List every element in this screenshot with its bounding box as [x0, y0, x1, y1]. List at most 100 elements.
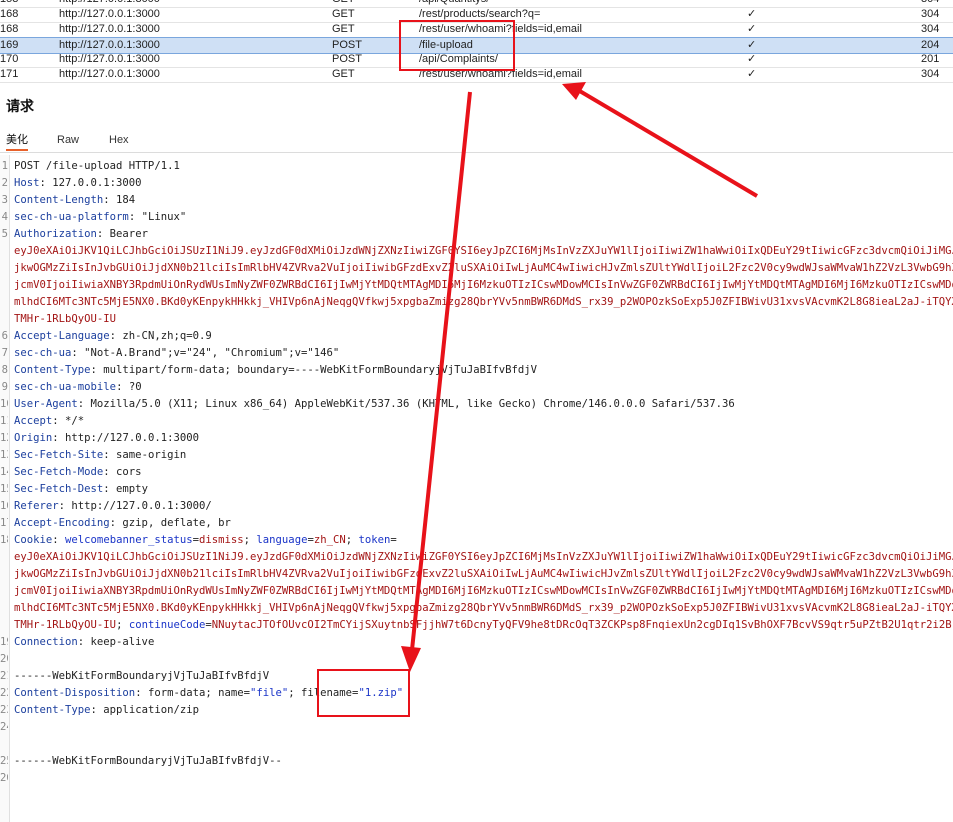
history-row[interactable]: 168 http://127.0.0.1:3000 GET/rest/user/wh…	[0, 22, 953, 38]
editor-line: TMHr-1RLbQyOU-IU	[0, 311, 953, 328]
token: Content-Type	[14, 364, 91, 376]
token: : "Not-A.Brand";v="24", "Chromium";v="14…	[71, 347, 340, 359]
history-cell-method: POST	[332, 53, 362, 65]
line-number: 6	[1, 330, 8, 342]
line-number: 12	[0, 432, 8, 444]
line-text: Connection: keep-alive	[14, 634, 154, 651]
line-text: jkwOGMzZiIsInJvbGUiOiJjdXN0b21lciIsImRlb…	[14, 566, 953, 583]
line-text: Content-Type: application/zip	[14, 702, 199, 719]
history-cell-url: /api/Quantitys/	[419, 0, 739, 7]
history-cell-num: 171	[0, 68, 19, 80]
token: mlhdCI6MTc3NTc5MjE5NX0.BKd0yKEnpykHHkkj_…	[14, 602, 953, 614]
token: : cors	[103, 466, 142, 478]
line-text: POST /file-upload HTTP/1.1	[14, 158, 180, 175]
line-number: 11	[0, 415, 8, 427]
token: Sec-Fetch-Site	[14, 449, 104, 461]
token: : 184	[103, 194, 136, 206]
history-cell-url: /file-upload	[419, 39, 473, 51]
history-cell-url: /rest/user/whoami?fields=id,email	[419, 68, 582, 80]
token: :	[52, 534, 66, 546]
history-cell-host: http://127.0.0.1:3000	[59, 8, 160, 20]
editor-line: 11 Accept: */*	[0, 413, 953, 430]
token: ;	[116, 619, 129, 631]
history-cell-url: /rest/products/search?q=	[419, 8, 541, 20]
line-text: Origin: http://127.0.0.1:3000	[14, 430, 199, 447]
history-cell-num: 169	[0, 39, 19, 51]
token: Content-Length	[14, 194, 104, 206]
token: Sec-Fetch-Mode	[14, 466, 104, 478]
token: Cookie	[14, 534, 53, 546]
token: Host	[14, 177, 40, 189]
token: ;	[243, 534, 257, 546]
editor-line: 15 Sec-Fetch-Dest: empty	[0, 481, 953, 498]
editor-line: 6 Accept-Language: zh-CN,zh;q=0.9	[0, 328, 953, 345]
token: Accept	[14, 415, 53, 427]
request-view-tabs: 美化 Raw Hex	[0, 127, 953, 153]
line-number: 8	[1, 364, 8, 376]
tab-raw[interactable]: Raw	[57, 131, 79, 149]
history-cell-check: ✓	[747, 8, 757, 20]
token: : */*	[52, 415, 85, 427]
line-text: ------WebKitFormBoundaryjVjTuJaBIfvBfdjV	[14, 668, 269, 685]
editor-line: jkwOGMzZiIsInJvbGUiOiJjdXN0b21lciIsImRlb…	[0, 260, 953, 277]
history-row[interactable]: 168 http://127.0.0.1:3000 GET/rest/product…	[0, 7, 953, 23]
history-cell-url: /api/Complaints/	[419, 53, 498, 65]
history-cell-status: 204	[921, 39, 940, 51]
history-row[interactable]: 170 http://127.0.0.1:3000 POST/api/Complai…	[0, 52, 953, 68]
line-number: 3	[1, 194, 8, 206]
history-cell-status: 304	[921, 8, 940, 20]
token: User-Agent	[14, 398, 78, 410]
line-number: 26	[0, 772, 8, 784]
token: Connection	[14, 636, 78, 648]
history-row[interactable]: 171 http://127.0.0.1:3000 GET/rest/user/wh…	[0, 67, 953, 83]
line-number: 17	[0, 517, 8, 529]
history-cell-status: 201	[921, 53, 940, 65]
line-text: Host: 127.0.0.1:3000	[14, 175, 142, 192]
token: jkwOGMzZiIsInJvbGUiOiJjdXN0b21lciIsImRlb…	[14, 568, 953, 580]
line-number: 15	[0, 483, 8, 495]
line-number: 5	[1, 228, 8, 240]
history-cell-method: GET	[332, 23, 355, 35]
line-number: 16	[0, 500, 8, 512]
token: Content-Type	[14, 704, 91, 716]
line-text: sec-ch-ua-mobile: ?0	[14, 379, 142, 396]
token: ------WebKitFormBoundaryjVjTuJaBIfvBfdjV…	[14, 755, 282, 767]
history-cell-method: GET	[332, 8, 355, 20]
history-cell-num: 170	[0, 53, 19, 65]
editor-line: 8 Content-Type: multipart/form-data; boun…	[0, 362, 953, 379]
token: token	[358, 534, 391, 546]
editor-line: 16 Referer: http://127.0.0.1:3000/	[0, 498, 953, 515]
line-text: sec-ch-ua-platform: "Linux"	[14, 209, 186, 226]
line-text: eyJ0eXAiOiJKV1QiLCJhbGciOiJSUzI1NiJ9.eyJ…	[14, 549, 953, 566]
line-text: Content-Type: multipart/form-data; bound…	[14, 362, 537, 379]
history-cell-status: 304	[921, 0, 953, 7]
token: : http://127.0.0.1:3000	[52, 432, 199, 444]
token: eyJ0eXAiOiJKV1QiLCJhbGciOiJSUzI1NiJ9.eyJ…	[14, 551, 953, 563]
token: "1.zip"	[358, 687, 404, 699]
history-cell-host: http://127.0.0.1:3000	[59, 39, 160, 51]
line-text: Accept-Encoding: gzip, deflate, br	[14, 515, 231, 532]
history-cell-method: GET	[332, 0, 402, 7]
editor-line: 22Content-Disposition: form-data; name="…	[0, 685, 953, 702]
history-cell-method: GET	[332, 68, 355, 80]
history-cell-host: http://127.0.0.1:3000	[59, 0, 319, 7]
editor-line: TMHr-1RLbQyOU-IU; continueCode=NNuytacJT…	[0, 617, 953, 634]
line-text: Accept: */*	[14, 413, 84, 430]
line-number: 4	[1, 211, 8, 223]
tab-hex[interactable]: Hex	[109, 131, 129, 149]
token: TMHr-1RLbQyOU-IU	[14, 313, 117, 325]
request-editor[interactable]: 1 POST /file-upload HTTP/1.1 2 Host: 127.0.…	[0, 155, 953, 822]
history-cell-num: 153	[0, 0, 20, 7]
token: sec-ch-ua-platform	[14, 211, 129, 223]
token: sec-ch-ua-mobile	[14, 381, 117, 393]
line-number: 1	[1, 160, 8, 172]
history-cell-check: ✓	[747, 23, 757, 35]
history-cell-num: 168	[0, 8, 19, 20]
line-text: TMHr-1RLbQyOU-IU	[14, 311, 116, 328]
token: : Bearer	[96, 228, 148, 240]
line-text: Referer: http://127.0.0.1:3000/	[14, 498, 212, 515]
editor-line: 2 Host: 127.0.0.1:3000	[0, 175, 953, 192]
editor-line: 24	[0, 719, 953, 736]
tab-pretty[interactable]: 美化	[6, 131, 28, 151]
token: language	[256, 534, 308, 546]
